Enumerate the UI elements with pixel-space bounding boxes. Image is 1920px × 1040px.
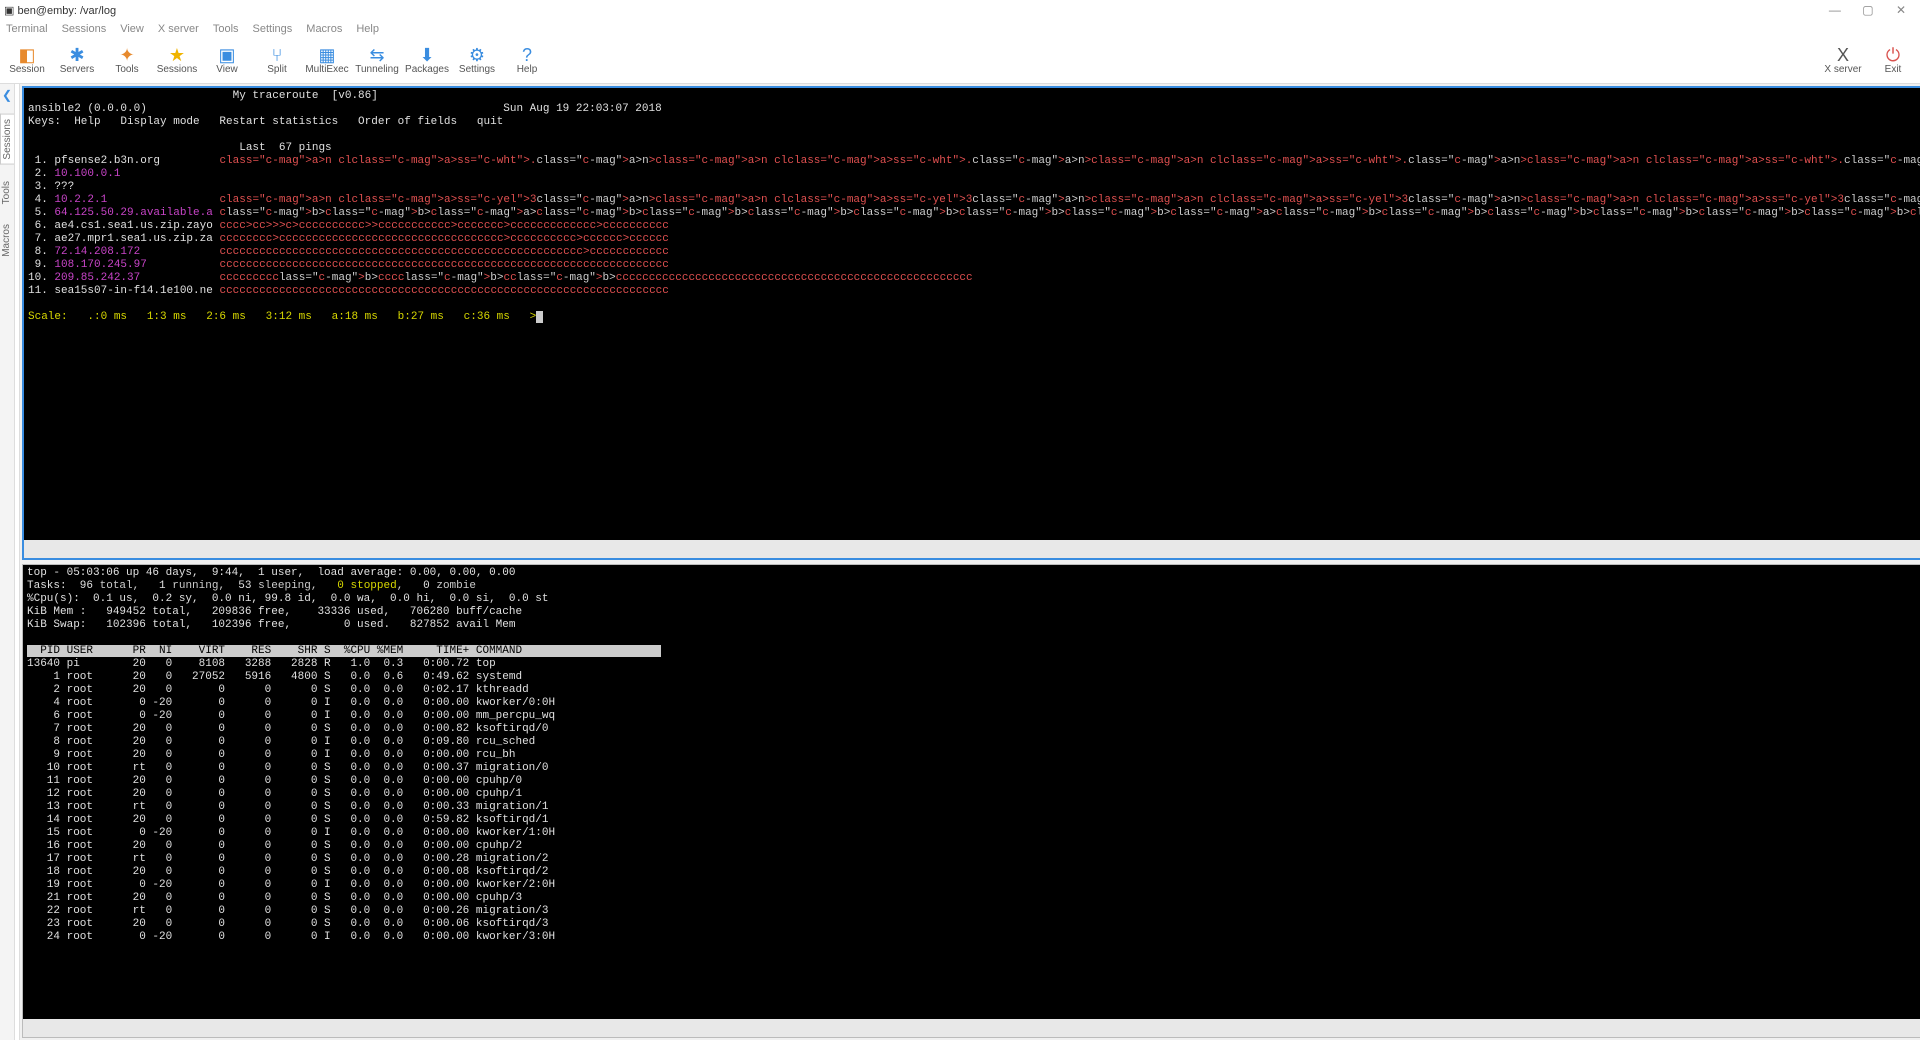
menu-sessions[interactable]: Sessions [62,23,107,35]
toolbar-multiexec[interactable]: ▦MultiExec [302,46,352,75]
tunneling-icon: ⇆ [369,46,384,64]
terminal-pane-ansible[interactable]: My traceroute [v0.86] ansible2 (0.0.0.0)… [22,86,1920,560]
tools-icon: ✦ [119,46,134,64]
help-icon: ? [522,46,532,64]
view-icon: ▣ [218,46,235,64]
toolbar-label: X server [1824,64,1861,75]
toolbar-tools[interactable]: ✦Tools [102,46,152,75]
toolbar-label: MultiExec [305,64,348,75]
toolbar-label: View [216,64,238,75]
terminal-grid: My traceroute [v0.86] ansible2 (0.0.0.0)… [20,84,1920,1040]
sessions-icon: ★ [169,46,185,64]
toolbar-label: Tunneling [355,64,399,75]
terminal-output: My traceroute [v0.86] ansible2 (0.0.0.0)… [24,88,1920,540]
window-titlebar: ▣ ben@emby: /var/log — ▢ ✕ [0,0,1920,20]
menu-terminal[interactable]: Terminal [6,23,48,35]
menu-view[interactable]: View [120,23,144,35]
app-icon: ▣ [4,5,17,17]
toolbar-exit[interactable]: ⏻Exit [1868,46,1918,75]
window-title: ben@emby: /var/log [17,5,116,17]
minimize-button[interactable]: — [1820,3,1850,17]
menubar: Terminal Sessions View X server Tools Setting… [0,20,1920,38]
toolbar-servers[interactable]: ✱Servers [52,46,102,75]
maximize-button[interactable]: ▢ [1853,3,1883,17]
split-icon: ⑂ [272,46,283,64]
terminal-pane-raspberrypi[interactable]: top - 05:03:06 up 46 days, 9:44, 1 user,… [22,564,1920,1038]
toolbar-label: Servers [60,64,94,75]
toolbar: ◧Session✱Servers✦Tools★Sessions▣View⑂Spl… [0,38,1920,84]
toolbar-tunneling[interactable]: ⇆Tunneling [352,46,402,75]
toolbar-label: Session [9,64,45,75]
toolbar-label: Tools [115,64,138,75]
toolbar-session[interactable]: ◧Session [2,46,52,75]
quick-connect-icon[interactable]: ❮ [2,88,12,102]
session-icon: ◧ [18,46,35,64]
toolbar-packages[interactable]: ⬇Packages [402,46,452,75]
menu-help[interactable]: Help [356,23,379,35]
menu-x-server[interactable]: X server [158,23,199,35]
menu-macros[interactable]: Macros [306,23,342,35]
toolbar-view[interactable]: ▣View [202,46,252,75]
toolbar-settings[interactable]: ⚙Settings [452,46,502,75]
toolbar-label: Packages [405,64,449,75]
vtab-sessions[interactable]: Sessions [0,114,14,165]
terminal-output: top - 05:03:06 up 46 days, 9:44, 1 user,… [23,565,1920,1019]
toolbar-x-server[interactable]: XX server [1818,46,1868,75]
servers-icon: ✱ [69,46,84,64]
toolbar-label: Sessions [157,64,198,75]
toolbar-label: Split [267,64,286,75]
close-button[interactable]: ✕ [1886,3,1916,17]
menu-tools[interactable]: Tools [213,23,239,35]
settings-icon: ⚙ [469,46,485,64]
menu-settings[interactable]: Settings [253,23,293,35]
exit-icon: ⏻ [1886,46,1900,64]
toolbar-split[interactable]: ⑂Split [252,46,302,75]
x server-icon: X [1837,46,1849,64]
toolbar-help[interactable]: ?Help [502,46,552,75]
toolbar-label: Exit [1885,64,1902,75]
toolbar-label: Help [517,64,538,75]
vtab-tools[interactable]: Tools [0,177,13,208]
toolbar-sessions[interactable]: ★Sessions [152,46,202,75]
vtab-macros[interactable]: Macros [0,220,13,261]
toolbar-label: Settings [459,64,495,75]
packages-icon: ⬇ [419,46,434,64]
multiexec-icon: ▦ [318,46,335,64]
side-tabs: ❮ Sessions Tools Macros [0,84,15,1040]
